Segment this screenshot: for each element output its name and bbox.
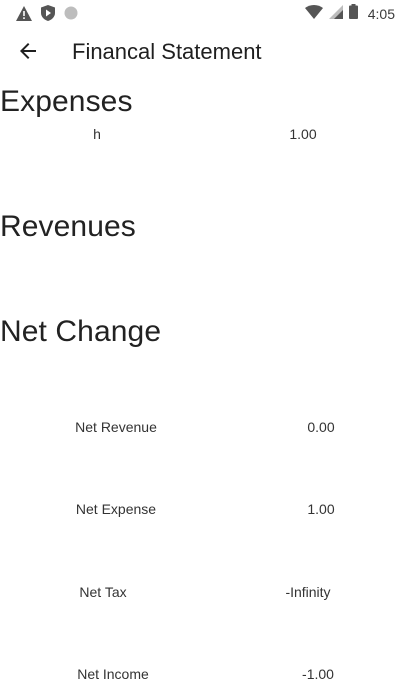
net-revenue-value: 0.00	[307, 419, 335, 435]
signal-icon	[328, 4, 343, 24]
arrow-left-icon	[18, 41, 38, 66]
net-expense-label: Net Expense	[75, 501, 157, 517]
battery-icon	[348, 4, 358, 24]
net-change-heading: Net Change	[0, 315, 162, 348]
net-revenue-label: Net Revenue	[75, 419, 157, 435]
net-income-label: Net Income	[77, 666, 149, 682]
back-button[interactable]	[12, 37, 44, 69]
wifi-icon	[304, 4, 323, 24]
revenues-heading: Revenues	[0, 210, 136, 243]
expense-item-value: 1.00	[289, 126, 317, 142]
warning-icon	[16, 5, 32, 26]
net-expense-value: 1.00	[307, 501, 335, 517]
status-left-icons	[16, 5, 78, 26]
page-title: Financal Statement	[72, 39, 262, 64]
expenses-heading: Expenses	[0, 85, 133, 118]
status-time: 4:05	[367, 6, 395, 22]
status-right-icons: 4:05	[304, 4, 395, 24]
shield-play-icon	[41, 5, 55, 26]
net-tax-label: Net Tax	[79, 584, 127, 600]
net-tax-value: -Infinity	[285, 584, 331, 600]
expense-item-label: h	[93, 126, 101, 142]
net-income-value: -1.00	[302, 666, 334, 682]
circle-icon	[64, 6, 78, 25]
status-bar: 4:05	[0, 0, 409, 26]
app-bar: Financal Statement	[0, 26, 409, 80]
